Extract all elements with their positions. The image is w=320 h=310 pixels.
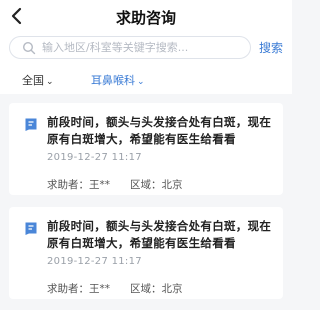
search-box[interactable]	[9, 36, 251, 59]
search-icon	[22, 41, 36, 55]
post-card[interactable]: 前段时间，额头与头发接合处有白斑，现在原有白斑增大，希望能有医生给看看 2019…	[9, 103, 283, 195]
chevron-down-icon: ⌄	[46, 77, 54, 87]
post-date: 2019-12-27 11:17	[47, 256, 142, 267]
post-question: 前段时间，额头与头发接合处有白斑，现在原有白斑增大，希望能有医生给看看	[47, 115, 272, 146]
post-date: 2019-12-27 11:17	[47, 152, 142, 163]
post-asker: 求助者：王**	[47, 283, 110, 295]
department-filter[interactable]: 耳鼻喉科 ⌄	[91, 72, 145, 88]
question-icon	[25, 222, 37, 235]
question-icon	[25, 118, 37, 131]
post-region: 区域：北京	[130, 179, 183, 191]
post-region: 区域：北京	[130, 283, 183, 295]
chevron-down-icon: ⌄	[137, 77, 145, 87]
search-input[interactable]	[42, 39, 242, 56]
post-asker: 求助者：王**	[47, 179, 110, 191]
department-filter-label: 耳鼻喉科	[91, 74, 135, 87]
search-button[interactable]: 搜索	[259, 39, 283, 56]
search-bar: 搜索	[0, 34, 292, 64]
post-card[interactable]: 前段时间，额头与头发接合处有白斑，现在原有白斑增大，希望能有医生给看看 2019…	[9, 207, 283, 299]
page-title: 求助咨询	[115, 9, 176, 27]
region-filter[interactable]: 全国 ⌄	[22, 72, 54, 88]
filter-bar: 全国 ⌄ 耳鼻喉科 ⌄	[0, 64, 292, 94]
top-bar: 求助咨询	[0, 0, 292, 34]
post-question: 前段时间，额头与头发接合处有白斑，现在原有白斑增大，希望能有医生给看看	[47, 219, 272, 250]
region-filter-label: 全国	[22, 74, 44, 87]
